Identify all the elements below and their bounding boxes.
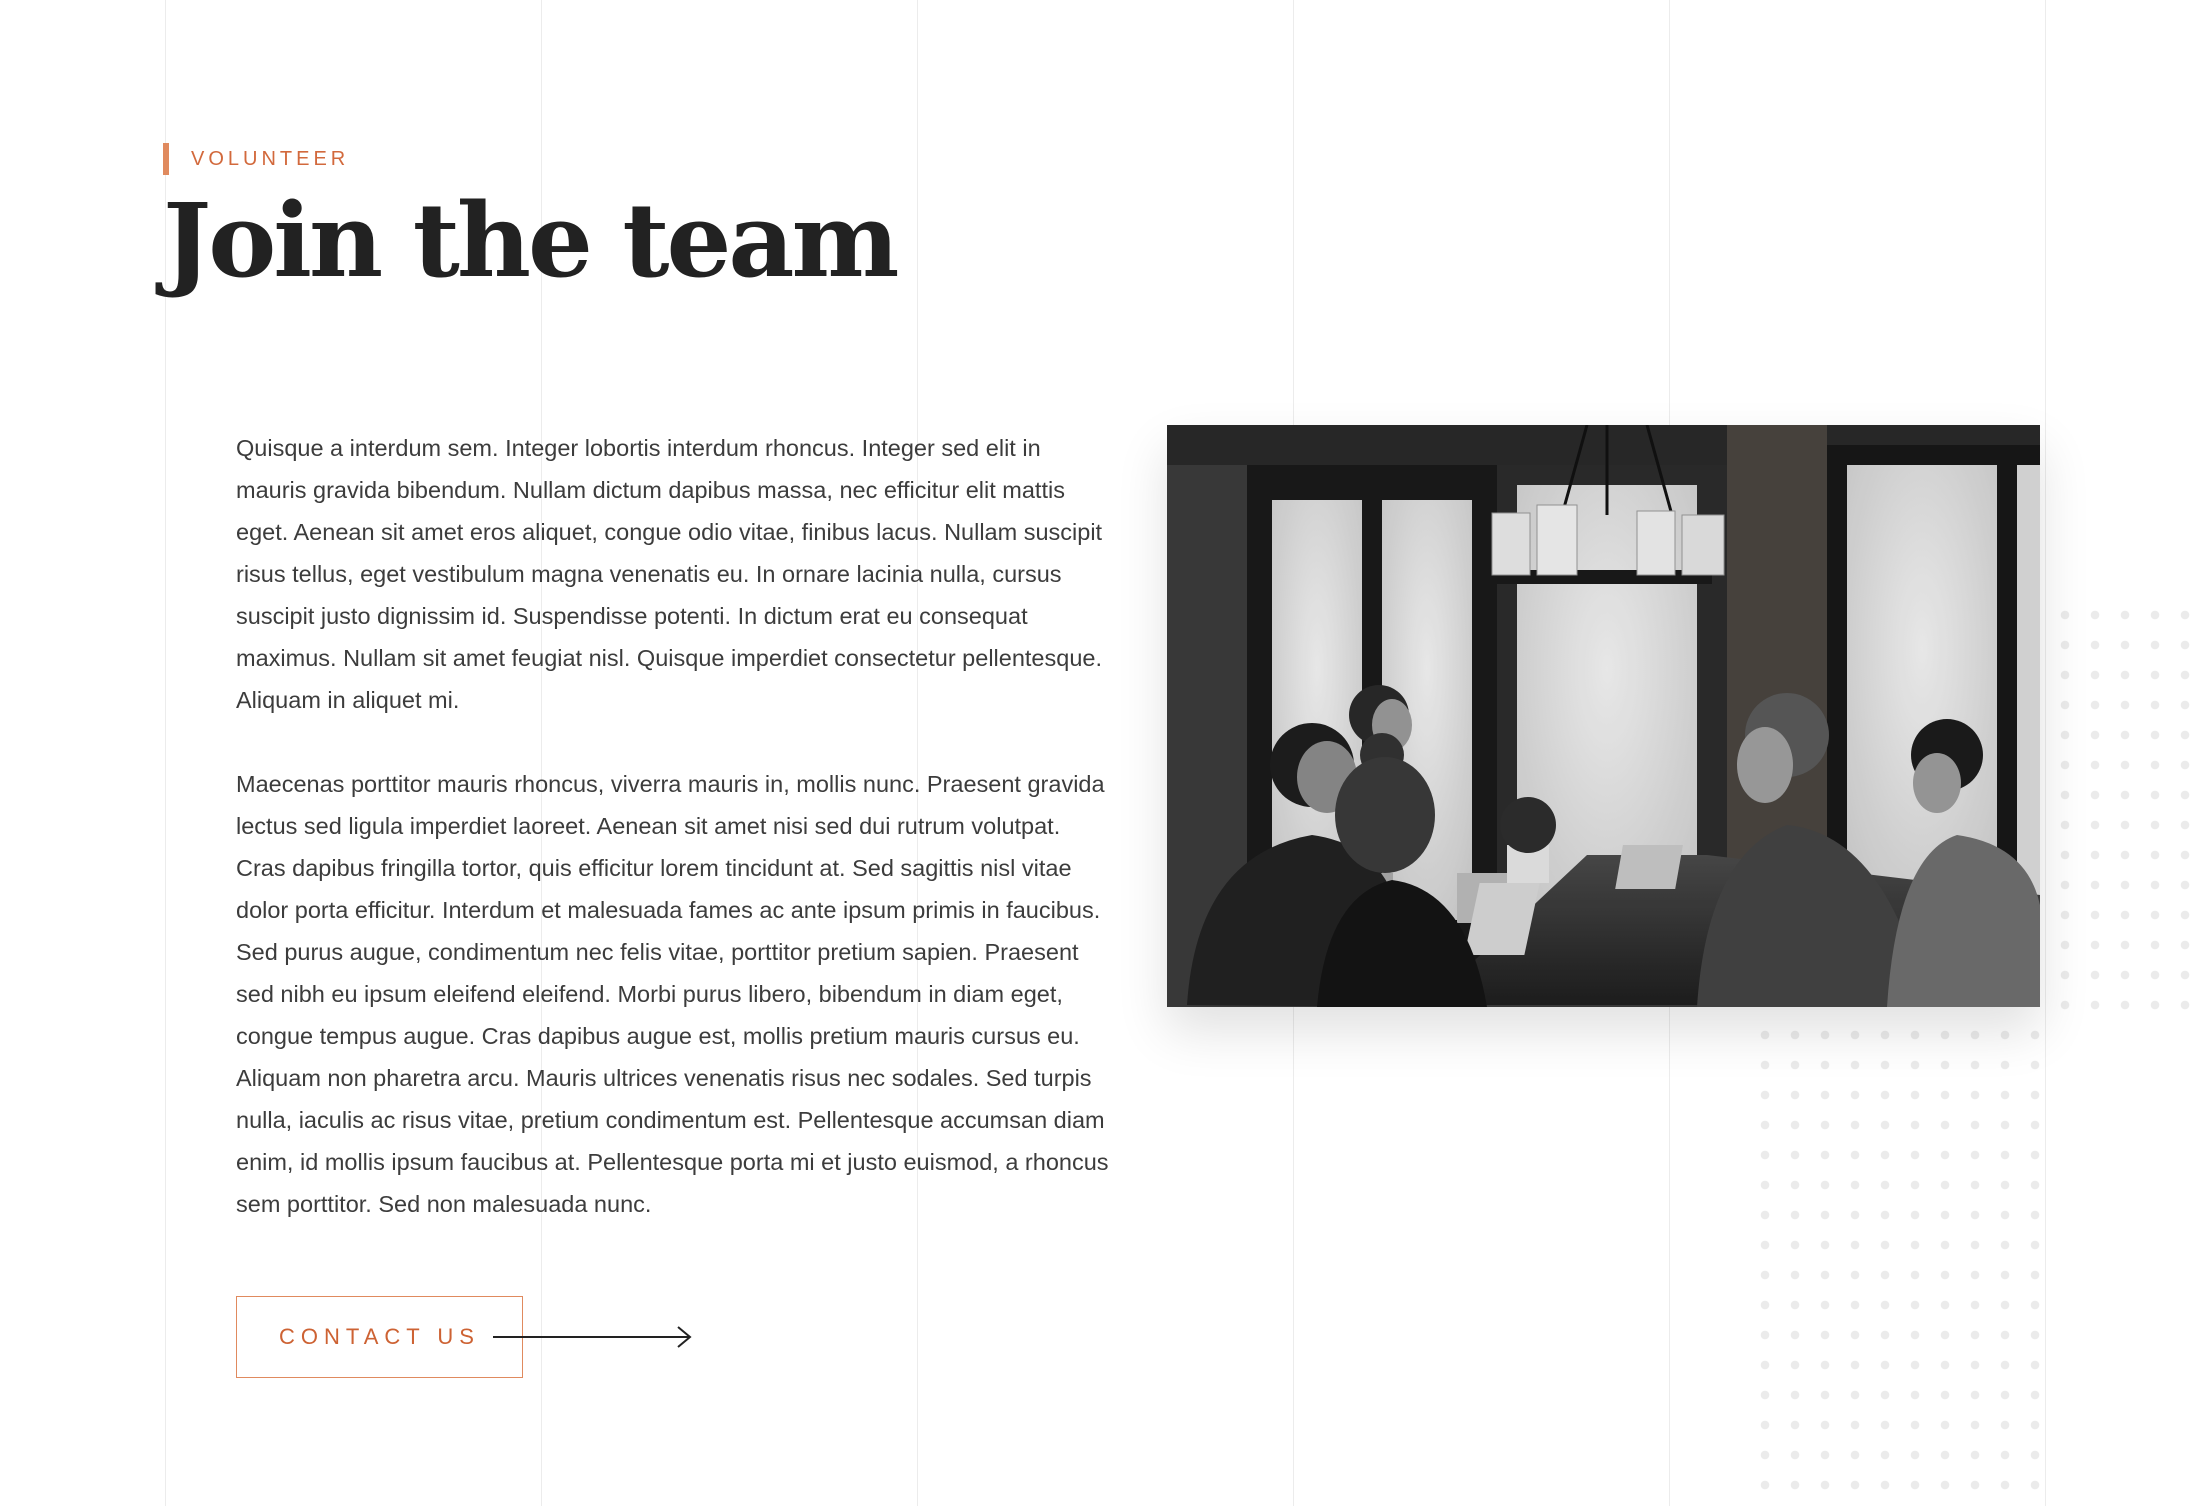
section-title: Join the team — [163, 181, 899, 301]
dot-pattern-decoration — [1750, 1020, 2050, 1500]
section-eyebrow: Volunteer — [163, 143, 349, 175]
arrow-right-icon — [493, 1326, 692, 1348]
body-paragraph: Quisque a interdum sem. Integer lobortis… — [236, 435, 1103, 713]
contact-us-button[interactable]: Contact us — [236, 1296, 523, 1378]
dot-pattern-decoration — [2050, 600, 2202, 1030]
contact-us-button-label: Contact us — [279, 1324, 480, 1349]
section-eyebrow-label: Volunteer — [191, 147, 350, 170]
body-text: Quisque a interdum sem. Integer lobortis… — [236, 427, 1116, 1267]
contact-cta: Contact us — [236, 1296, 692, 1378]
team-photo — [1167, 425, 2040, 1007]
body-paragraph: Maecenas porttitor mauris rhoncus, viver… — [236, 771, 1109, 1217]
